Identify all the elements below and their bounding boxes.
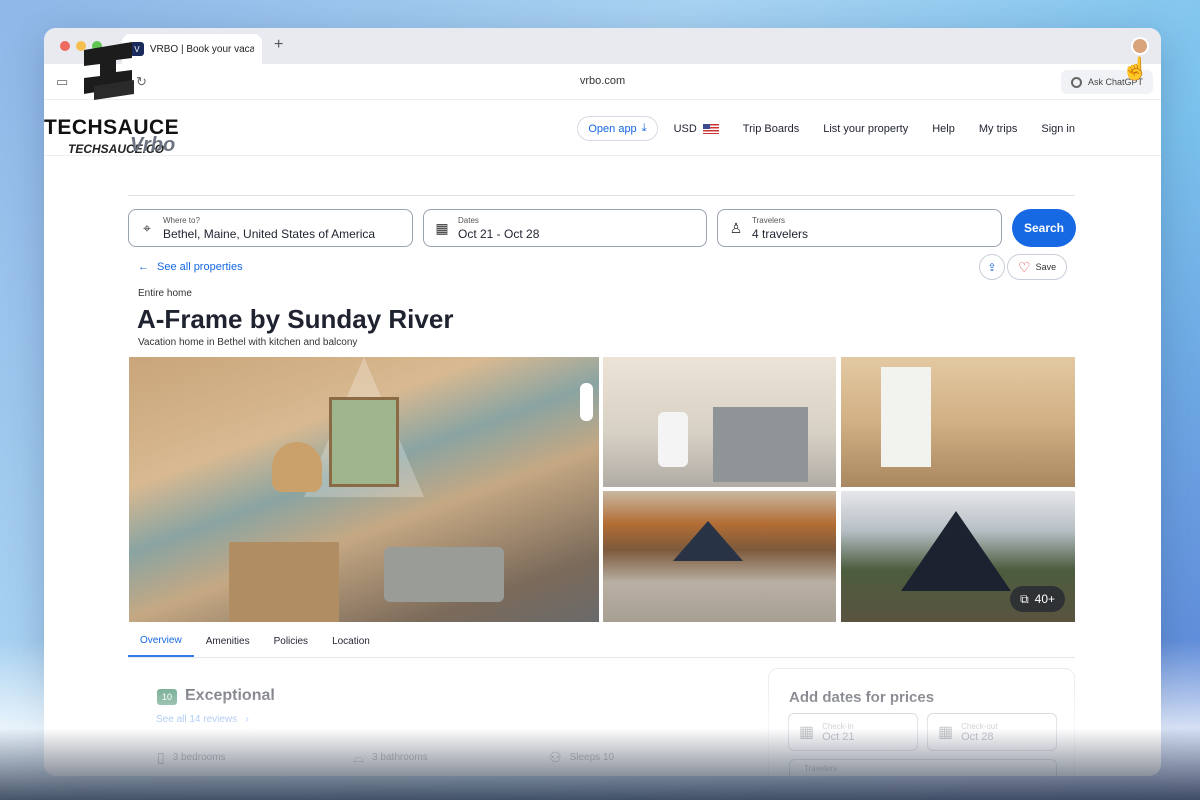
price-card-title: Add dates for prices bbox=[789, 689, 935, 706]
techsauce-logo-icon bbox=[84, 42, 134, 100]
photo-living-room[interactable] bbox=[129, 357, 599, 622]
dates-value: Oct 21 - Oct 28 bbox=[458, 226, 540, 241]
gallery-icon: ⧉ bbox=[1020, 591, 1029, 606]
feature-bedrooms-text: 3 bedrooms bbox=[172, 752, 226, 763]
detail-tabs: Overview Amenities Policies Location bbox=[128, 626, 1075, 658]
checkout-value: Oct 28 bbox=[961, 730, 994, 743]
currency-selector[interactable]: USD bbox=[674, 123, 719, 135]
tab-overview[interactable]: Overview bbox=[128, 626, 194, 657]
chatgpt-logo-icon bbox=[1070, 76, 1082, 88]
property-subtitle: Vacation home in Bethel with kitchen and… bbox=[138, 337, 358, 348]
feature-list: ▯ 3 bedrooms ⌓ 3 bathrooms ⚇ Sleeps 10 bbox=[157, 749, 614, 766]
dates-field[interactable]: ▦ Dates Oct 21 - Oct 28 bbox=[423, 209, 707, 247]
save-label: Save bbox=[1035, 262, 1057, 272]
travelers-value: 4 travelers bbox=[752, 226, 809, 241]
see-all-properties-label: See all properties bbox=[157, 261, 243, 273]
feature-bathrooms-text: 3 bathrooms bbox=[372, 752, 428, 763]
see-all-properties-link[interactable]: ← See all properties bbox=[138, 261, 243, 273]
chevron-right-icon: › bbox=[239, 714, 249, 725]
loft-window bbox=[881, 367, 931, 467]
destination-field[interactable]: ⌖ Where to? Bethel, Maine, United States… bbox=[128, 209, 413, 247]
tab-location[interactable]: Location bbox=[320, 626, 382, 657]
nav-list-property[interactable]: List your property bbox=[823, 123, 908, 135]
feature-bathrooms: ⌓ 3 bathrooms bbox=[353, 749, 549, 766]
vrbo-logo[interactable]: Vrbo bbox=[130, 134, 175, 157]
toilet bbox=[658, 412, 688, 467]
search-button[interactable]: Search bbox=[1012, 209, 1076, 247]
see-reviews-label: See all 14 reviews bbox=[156, 714, 238, 725]
score-badge: 10 bbox=[157, 689, 177, 705]
property-title: A-Frame by Sunday River bbox=[137, 304, 454, 334]
photo-firepit[interactable] bbox=[603, 491, 836, 622]
nav-trip-boards[interactable]: Trip Boards bbox=[743, 123, 799, 135]
checkout-field[interactable]: ▦ Check-out Oct 28 bbox=[927, 713, 1057, 751]
checkin-field[interactable]: ▦ Check-in Oct 21 bbox=[788, 713, 918, 751]
photo-loft[interactable] bbox=[841, 357, 1075, 487]
pendant-lamp bbox=[272, 442, 322, 492]
nav-sign-in[interactable]: Sign in bbox=[1041, 123, 1075, 135]
nav-my-trips[interactable]: My trips bbox=[979, 123, 1018, 135]
download-icon: ⤓ bbox=[641, 122, 647, 134]
people-icon: ⚇ bbox=[549, 749, 562, 765]
nav-help[interactable]: Help bbox=[932, 123, 955, 135]
destination-label: Where to? bbox=[163, 215, 200, 225]
us-flag-icon bbox=[702, 123, 719, 134]
open-app-button[interactable]: Open app ⤓ bbox=[577, 116, 658, 141]
rating-label: Exceptional bbox=[185, 687, 275, 704]
more-photos-button[interactable]: ⧉ 40+ bbox=[1010, 586, 1065, 612]
price-card: Add dates for prices ▦ Check-in Oct 21 ▦… bbox=[768, 668, 1075, 776]
logo-area: TECHSAUCE TECHSAUCE.CO Vrbo bbox=[44, 42, 214, 162]
open-app-label: Open app bbox=[588, 122, 637, 135]
feature-bedrooms: ▯ 3 bedrooms bbox=[157, 749, 353, 766]
checkin-value: Oct 21 bbox=[822, 730, 855, 743]
travelers-field[interactable]: ♙ Travelers 4 travelers bbox=[717, 209, 1002, 247]
divider bbox=[128, 195, 1075, 196]
heart-icon: ♡ bbox=[1018, 258, 1031, 275]
calendar-icon: ▦ bbox=[938, 724, 954, 741]
location-pin-icon: ⌖ bbox=[143, 219, 151, 236]
price-travelers-field[interactable]: Travelers bbox=[789, 759, 1057, 776]
person-icon: ♙ bbox=[729, 219, 743, 236]
dates-label: Dates bbox=[458, 215, 479, 225]
travelers-label: Travelers bbox=[752, 215, 786, 225]
vanity bbox=[713, 407, 808, 482]
photo-count: 40+ bbox=[1034, 592, 1055, 606]
kitchen-island bbox=[229, 542, 339, 622]
door-icon: ▯ bbox=[157, 749, 165, 765]
site-header: TECHSAUCE TECHSAUCE.CO Vrbo Open app ⤓ U… bbox=[44, 42, 1161, 156]
aframe-window bbox=[329, 397, 399, 487]
browser-window: V VRBO | Book your vaca + ▭ ‹ › ↻ vrbo.c… bbox=[44, 28, 1161, 776]
cabin-exterior bbox=[901, 511, 1011, 591]
destination-value: Bethel, Maine, United States of America bbox=[163, 226, 376, 241]
checkout-label: Check-out bbox=[961, 721, 998, 731]
header-nav: Open app ⤓ USD Trip Boards List your pro… bbox=[577, 116, 1075, 141]
new-tab-button[interactable]: + bbox=[274, 36, 283, 54]
save-button[interactable]: ♡ Save bbox=[1007, 254, 1068, 280]
calendar-icon: ▦ bbox=[435, 219, 449, 236]
calendar-icon: ▦ bbox=[799, 724, 815, 741]
search-form: ⌖ Where to? Bethel, Maine, United States… bbox=[128, 209, 1076, 247]
property-type: Entire home bbox=[138, 288, 192, 299]
share-icon: ⇪ bbox=[987, 261, 997, 274]
see-reviews-link[interactable]: See all 14 reviews › bbox=[156, 714, 249, 725]
feature-sleeps-text: Sleeps 10 bbox=[569, 752, 615, 763]
tab-policies[interactable]: Policies bbox=[262, 626, 320, 657]
photo-bathroom[interactable] bbox=[603, 357, 836, 487]
arrow-left-icon: ← bbox=[138, 261, 149, 273]
photo-gallery: ⧉ 40+ bbox=[129, 357, 1075, 622]
sofa bbox=[384, 547, 504, 602]
feature-sleeps: ⚇ Sleeps 10 bbox=[549, 749, 614, 766]
bathtub-icon: ⌓ bbox=[353, 749, 365, 765]
cabin-roof bbox=[673, 521, 743, 561]
photo-exterior[interactable]: ⧉ 40+ bbox=[841, 491, 1075, 622]
tab-amenities[interactable]: Amenities bbox=[194, 626, 262, 657]
profile-avatar[interactable] bbox=[1131, 37, 1149, 55]
share-button[interactable]: ⇪ bbox=[979, 254, 1005, 280]
currency-label: USD bbox=[673, 122, 697, 135]
checkin-label: Check-in bbox=[822, 721, 854, 731]
hand-cursor-icon: ☝ bbox=[1121, 56, 1149, 81]
